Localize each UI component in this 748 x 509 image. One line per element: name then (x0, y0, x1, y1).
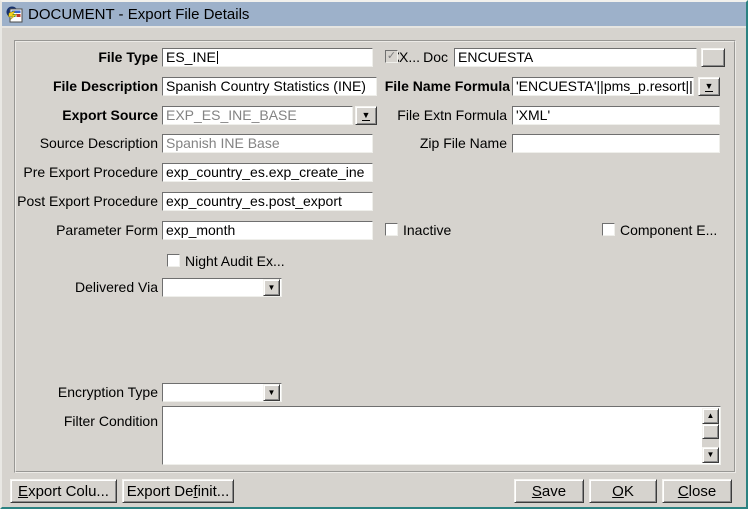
xml-checkbox[interactable]: ✓ (385, 50, 398, 63)
export-source-label: Export Source (12, 106, 158, 125)
post-export-procedure-label: Post Export Procedure (12, 192, 158, 211)
arrow-down-to-line-icon: ▼ (705, 82, 714, 92)
parameter-form-label: Parameter Form (12, 221, 158, 240)
scroll-up-button[interactable]: ▲ (702, 408, 719, 424)
text-caret (217, 51, 218, 64)
chevron-down-icon: ▼ (707, 451, 715, 459)
inactive-label: Inactive (403, 221, 451, 240)
window-title: DOCUMENT - Export File Details (28, 6, 249, 23)
component-export-checkbox[interactable] (602, 223, 615, 236)
filter-condition-textarea[interactable]: ▲ ▼ (162, 406, 721, 465)
file-type-label: File Type (12, 48, 158, 67)
delivered-via-label: Delivered Via (12, 278, 158, 297)
close-button[interactable]: Close (662, 479, 732, 503)
zip-file-name-label: Zip File Name (362, 134, 507, 153)
titlebar: DOCUMENT - Export File Details (2, 2, 746, 28)
file-name-formula-editor-button[interactable]: ▼ (698, 77, 720, 96)
zip-file-name-input[interactable] (512, 134, 720, 153)
filter-condition-scrollbar[interactable]: ▲ ▼ (702, 408, 719, 463)
parameter-form-input[interactable]: exp_month (162, 221, 373, 240)
scroll-down-button[interactable]: ▼ (702, 447, 719, 463)
night-audit-export-label: Night Audit Ex... (185, 252, 285, 271)
post-export-procedure-input[interactable]: exp_country_es.post_export (162, 192, 373, 211)
chevron-up-icon: ▲ (707, 412, 715, 420)
save-button[interactable]: Save (514, 479, 584, 503)
xml-doc-lov-button[interactable] (701, 48, 725, 67)
file-extn-formula-label: File Extn Formula (362, 106, 507, 125)
chevron-down-icon: ▼ (268, 284, 276, 292)
source-description-input[interactable]: Spanish INE Base (162, 134, 373, 153)
file-extn-formula-input[interactable]: 'XML' (512, 106, 720, 125)
file-description-input[interactable]: Spanish Country Statistics (INE) (162, 77, 377, 96)
file-name-formula-label: File Name Formula (379, 77, 510, 96)
export-definition-button[interactable]: Export Definit... (122, 479, 234, 503)
delivered-via-dropdown-button[interactable]: ▼ (263, 279, 280, 296)
export-file-details-window: DOCUMENT - Export File Details File Type… (0, 0, 748, 509)
file-description-label: File Description (12, 77, 158, 96)
xml-checkbox-label: X... (399, 48, 423, 67)
chevron-down-icon: ▼ (268, 389, 276, 397)
source-description-label: Source Description (12, 134, 158, 153)
inactive-checkbox[interactable] (385, 223, 398, 236)
pre-export-procedure-input[interactable]: exp_country_es.exp_create_ine (162, 163, 373, 182)
check-icon: ✓ (387, 50, 396, 62)
file-name-formula-input[interactable]: 'ENCUESTA'||pms_p.resort||to (512, 77, 694, 96)
export-columns-button[interactable]: Export Colu... (10, 479, 117, 503)
encryption-type-label: Encryption Type (12, 383, 158, 402)
night-audit-export-checkbox[interactable] (167, 254, 180, 267)
scrollbar-thumb[interactable] (702, 424, 719, 439)
export-source-input[interactable]: EXP_ES_INE_BASE (162, 106, 353, 125)
ok-button[interactable]: OK (589, 479, 657, 503)
encryption-type-dropdown-button[interactable]: ▼ (263, 384, 280, 401)
file-type-input[interactable]: ES_INE (162, 48, 373, 67)
component-export-label: Component E... (620, 221, 717, 240)
xml-doc-input[interactable]: ENCUESTA (454, 48, 697, 67)
document-icon (6, 6, 23, 23)
filter-condition-label: Filter Condition (12, 412, 158, 431)
pre-export-procedure-label: Pre Export Procedure (12, 163, 158, 182)
